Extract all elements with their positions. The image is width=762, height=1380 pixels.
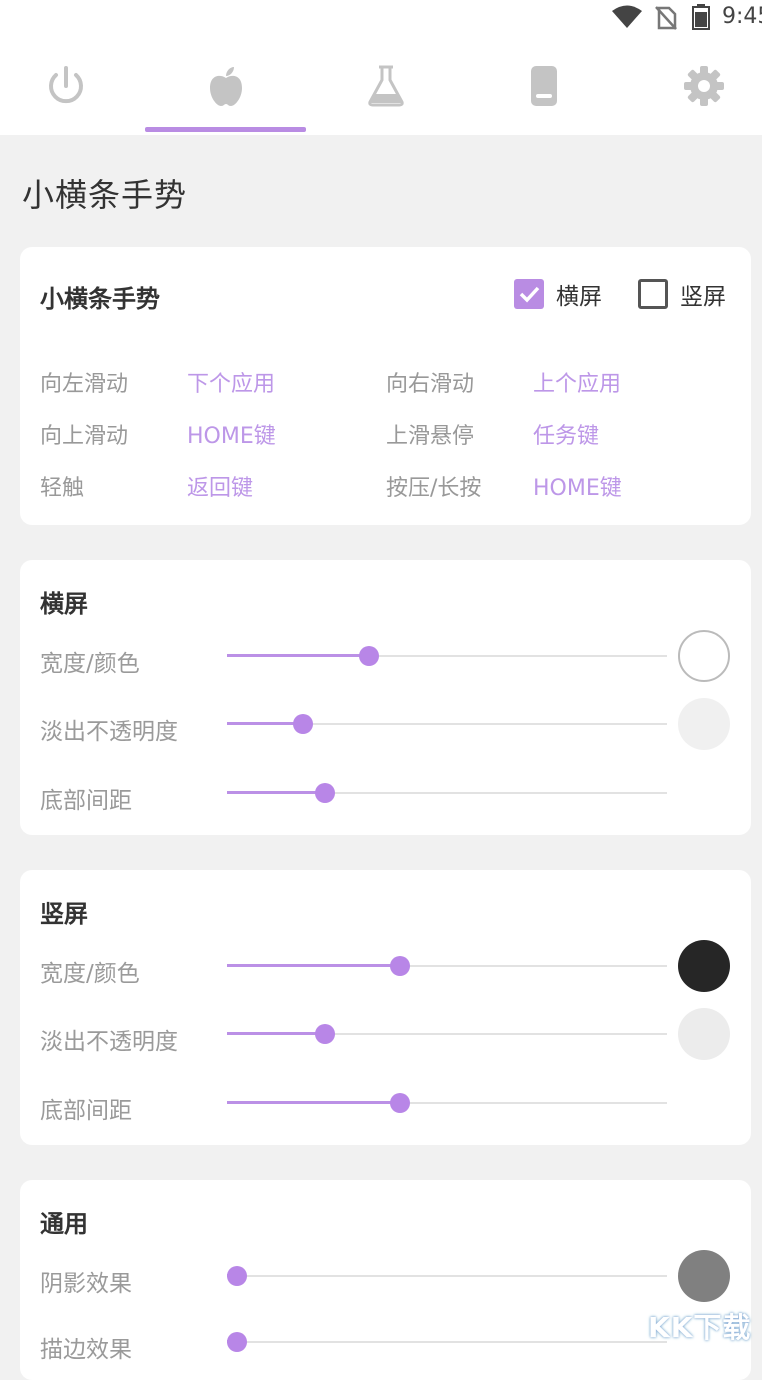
gesture-value-tap[interactable]: 返回键: [187, 470, 253, 502]
portrait-margin-label: 底部间距: [40, 1098, 132, 1124]
slider-thumb[interactable]: [359, 646, 379, 666]
gesture-label-swipe-left: 向左滑动: [40, 372, 129, 397]
portrait-opacity-label: 淡出不透明度: [40, 1029, 178, 1055]
landscape-opacity-swatch[interactable]: [678, 698, 730, 750]
tab-apple[interactable]: [150, 50, 302, 135]
portrait-checkbox[interactable]: 竖屏: [638, 277, 726, 311]
gesture-label-swipe-up: 向上滑动: [40, 424, 129, 449]
shadow-effect-label: 阴影效果: [40, 1271, 132, 1297]
shadow-effect-slider[interactable]: [227, 1266, 667, 1286]
landscape-checkbox-label: 横屏: [556, 284, 602, 310]
tab-bar: [0, 50, 762, 135]
slider-thumb[interactable]: [315, 783, 335, 803]
general-card: 通用 阴影效果 描边效果: [20, 1180, 751, 1380]
gesture-value-swipe-up-hold[interactable]: 任务键: [533, 418, 599, 450]
slider-thumb[interactable]: [293, 714, 313, 734]
landscape-card-title: 横屏: [40, 590, 88, 618]
status-time: 9:45: [722, 4, 762, 29]
status-bar: 9:45: [0, 0, 762, 36]
apple-icon: [206, 64, 246, 108]
landscape-opacity-label: 淡出不透明度: [40, 719, 178, 745]
slider-thumb[interactable]: [227, 1332, 247, 1352]
landscape-checkbox[interactable]: 横屏: [514, 277, 602, 311]
slider-thumb[interactable]: [390, 1093, 410, 1113]
portrait-margin-slider[interactable]: [227, 1093, 667, 1113]
gesture-value-press[interactable]: HOME键: [533, 470, 622, 502]
wifi-icon: [611, 5, 643, 33]
general-card-title: 通用: [40, 1210, 88, 1238]
gesture-value-swipe-right[interactable]: 上个应用: [533, 366, 621, 398]
portrait-opacity-slider[interactable]: [227, 1024, 667, 1044]
gesture-label-press: 按压/长按: [386, 476, 482, 501]
gesture-value-swipe-left[interactable]: 下个应用: [187, 366, 275, 398]
gesture-label-swipe-right: 向右滑动: [386, 372, 475, 397]
tab-settings[interactable]: [628, 50, 762, 135]
landscape-opacity-slider[interactable]: [227, 714, 667, 734]
portrait-width-slider[interactable]: [227, 956, 667, 976]
stroke-effect-label: 描边效果: [40, 1337, 132, 1363]
tab-lab[interactable]: [310, 50, 462, 135]
flask-icon: [366, 64, 406, 108]
portrait-opacity-swatch[interactable]: [678, 1008, 730, 1060]
slider-thumb[interactable]: [227, 1266, 247, 1286]
active-tab-indicator: [145, 127, 306, 132]
page-title: 小横条手势: [22, 176, 188, 214]
watermark: KK下载: [648, 1311, 752, 1344]
slider-thumb[interactable]: [315, 1024, 335, 1044]
gear-icon: [682, 64, 726, 108]
gesture-label-tap: 轻触: [40, 476, 85, 501]
tab-device[interactable]: [468, 50, 620, 135]
landscape-color-swatch[interactable]: [678, 630, 730, 682]
no-sim-icon: [655, 6, 677, 34]
power-icon: [44, 64, 88, 108]
gesture-card-title: 小横条手势: [40, 285, 160, 313]
landscape-margin-slider[interactable]: [227, 783, 667, 803]
top-bar: 9:45: [0, 0, 762, 135]
portrait-checkbox-label: 竖屏: [680, 284, 726, 310]
gesture-value-swipe-up[interactable]: HOME键: [187, 418, 276, 450]
shadow-color-swatch[interactable]: [678, 1250, 730, 1302]
gesture-card: 小横条手势 横屏 竖屏 向左滑动 下个应用 向右滑动 上个应用 向上滑动 HOM…: [20, 247, 751, 525]
stroke-effect-slider[interactable]: [227, 1332, 667, 1352]
checkbox-unchecked-icon: [638, 279, 668, 309]
portrait-card-title: 竖屏: [40, 900, 88, 928]
checkbox-checked-icon: [514, 279, 544, 309]
gesture-label-swipe-up-hold: 上滑悬停: [386, 424, 475, 449]
portrait-width-label: 宽度/颜色: [40, 961, 140, 987]
battery-icon: [692, 4, 710, 34]
landscape-width-label: 宽度/颜色: [40, 651, 140, 677]
landscape-card: 横屏 宽度/颜色 淡出不透明度 底部间距: [20, 560, 751, 835]
phone-icon: [529, 64, 559, 108]
tab-power[interactable]: [0, 50, 142, 135]
portrait-color-swatch[interactable]: [678, 940, 730, 992]
landscape-width-slider[interactable]: [227, 646, 667, 666]
portrait-card: 竖屏 宽度/颜色 淡出不透明度 底部间距: [20, 870, 751, 1145]
landscape-margin-label: 底部间距: [40, 788, 132, 814]
slider-thumb[interactable]: [390, 956, 410, 976]
